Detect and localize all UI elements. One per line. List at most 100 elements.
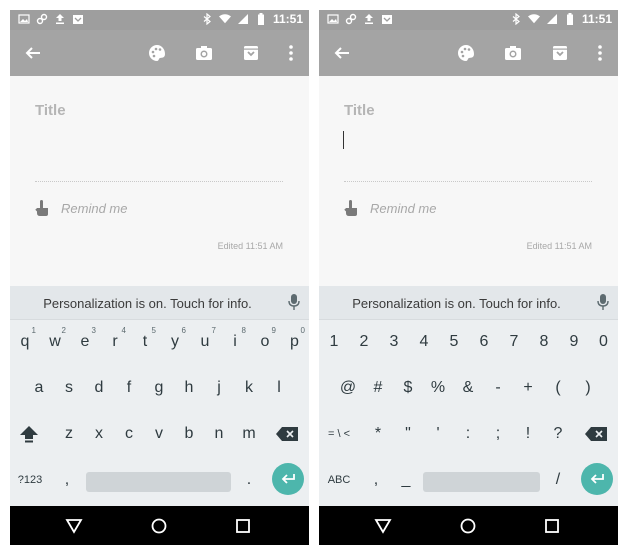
key-u[interactable]: u7 <box>190 322 220 362</box>
key-6[interactable]: 6 <box>469 322 499 362</box>
key-l[interactable]: l <box>264 368 294 408</box>
backspace-key[interactable] <box>579 414 613 454</box>
key-4[interactable]: 4 <box>409 322 439 362</box>
title-input[interactable]: Title <box>35 102 66 119</box>
enter-key[interactable] <box>581 463 613 495</box>
archive-icon[interactable] <box>549 42 571 64</box>
key-percent[interactable]: % <box>423 368 453 408</box>
key-double-quote[interactable]: " <box>393 414 423 454</box>
key-d[interactable]: d <box>84 368 114 408</box>
suggestion-strip[interactable]: Personalization is on. Touch for info. <box>319 286 618 320</box>
key-x[interactable]: x <box>84 414 114 454</box>
key-y[interactable]: y6 <box>160 322 190 362</box>
shift-key[interactable] <box>12 414 46 454</box>
key-j[interactable]: j <box>204 368 234 408</box>
key-close-paren[interactable]: ) <box>573 368 603 408</box>
key-ampersand[interactable]: & <box>453 368 483 408</box>
key-b[interactable]: b <box>174 414 204 454</box>
personalization-notice[interactable]: Personalization is on. Touch for info. <box>10 296 285 311</box>
slash-key[interactable]: / <box>544 460 572 500</box>
toolbar <box>319 30 618 76</box>
space-bar[interactable] <box>423 472 540 492</box>
key-v[interactable]: v <box>144 414 174 454</box>
mic-icon[interactable] <box>288 294 300 311</box>
key-r[interactable]: r4 <box>100 322 130 362</box>
backspace-key[interactable] <box>270 414 304 454</box>
suggestion-strip[interactable]: Personalization is on. Touch for info. <box>10 286 309 320</box>
key-f[interactable]: f <box>114 368 144 408</box>
key-e[interactable]: e3 <box>70 322 100 362</box>
key-at[interactable]: @ <box>333 368 363 408</box>
key-p[interactable]: p0 <box>280 322 309 362</box>
key-8[interactable]: 8 <box>529 322 559 362</box>
archive-icon[interactable] <box>240 42 262 64</box>
underscore-key[interactable]: _ <box>393 460 419 500</box>
key-1[interactable]: 1 <box>319 322 349 362</box>
key-single-quote[interactable]: ' <box>423 414 453 454</box>
comma-key[interactable]: , <box>361 460 391 500</box>
screen-left: 11:51 Title Remind me Edited 11:51 AM Pe… <box>10 10 309 545</box>
key-w[interactable]: w2 <box>40 322 70 362</box>
back-triangle-icon[interactable] <box>373 516 393 536</box>
key-exclamation[interactable]: ! <box>513 414 543 454</box>
camera-icon[interactable] <box>502 42 524 64</box>
upload-icon <box>56 14 64 24</box>
recents-square-icon[interactable] <box>542 516 562 536</box>
back-triangle-icon[interactable] <box>64 516 84 536</box>
key-n[interactable]: n <box>204 414 234 454</box>
key-5[interactable]: 5 <box>439 322 469 362</box>
key-hash[interactable]: # <box>363 368 393 408</box>
wifi-icon <box>527 14 540 24</box>
key-h[interactable]: h <box>174 368 204 408</box>
recents-square-icon[interactable] <box>233 516 253 536</box>
remind-me-label: Remind me <box>370 200 437 216</box>
mic-icon[interactable] <box>597 294 609 311</box>
key-2[interactable]: 2 <box>349 322 379 362</box>
more-symbols-key[interactable]: = \ < <box>321 414 357 454</box>
comma-key[interactable]: , <box>52 460 82 500</box>
period-key[interactable]: . <box>235 460 263 500</box>
remind-me-button[interactable]: Remind me <box>35 199 127 217</box>
key-colon[interactable]: : <box>453 414 483 454</box>
back-arrow-icon[interactable] <box>331 42 353 64</box>
key-k[interactable]: k <box>234 368 264 408</box>
key-semicolon[interactable]: ; <box>483 414 513 454</box>
more-vert-icon[interactable] <box>589 42 611 64</box>
key-c[interactable]: c <box>114 414 144 454</box>
key-q[interactable]: q1 <box>10 322 40 362</box>
key-a[interactable]: a <box>24 368 54 408</box>
space-bar[interactable] <box>86 472 231 492</box>
personalization-notice[interactable]: Personalization is on. Touch for info. <box>319 296 594 311</box>
remind-me-button[interactable]: Remind me <box>344 199 436 217</box>
back-arrow-icon[interactable] <box>22 42 44 64</box>
key-g[interactable]: g <box>144 368 174 408</box>
key-7[interactable]: 7 <box>499 322 529 362</box>
title-input[interactable]: Title <box>344 102 375 119</box>
key-s[interactable]: s <box>54 368 84 408</box>
key-question[interactable]: ? <box>543 414 573 454</box>
upload-icon <box>365 14 373 24</box>
enter-key[interactable] <box>272 463 304 495</box>
status-bar: 11:51 <box>319 10 618 30</box>
key-z[interactable]: z <box>54 414 84 454</box>
key-m[interactable]: m <box>234 414 264 454</box>
key-minus[interactable]: - <box>483 368 513 408</box>
symbols-mode-key[interactable]: ?123 <box>12 460 48 500</box>
key-t[interactable]: t5 <box>130 322 160 362</box>
palette-icon[interactable] <box>455 42 477 64</box>
key-3[interactable]: 3 <box>379 322 409 362</box>
key-plus[interactable]: + <box>513 368 543 408</box>
letters-mode-key[interactable]: ABC <box>321 460 357 500</box>
key-9[interactable]: 9 <box>559 322 589 362</box>
key-i[interactable]: i8 <box>220 322 250 362</box>
home-circle-icon[interactable] <box>149 516 169 536</box>
key-dollar[interactable]: $ <box>393 368 423 408</box>
key-0[interactable]: 0 <box>589 322 618 362</box>
key-asterisk[interactable]: * <box>363 414 393 454</box>
more-vert-icon[interactable] <box>280 42 302 64</box>
camera-icon[interactable] <box>193 42 215 64</box>
key-o[interactable]: o9 <box>250 322 280 362</box>
palette-icon[interactable] <box>146 42 168 64</box>
key-open-paren[interactable]: ( <box>543 368 573 408</box>
home-circle-icon[interactable] <box>458 516 478 536</box>
